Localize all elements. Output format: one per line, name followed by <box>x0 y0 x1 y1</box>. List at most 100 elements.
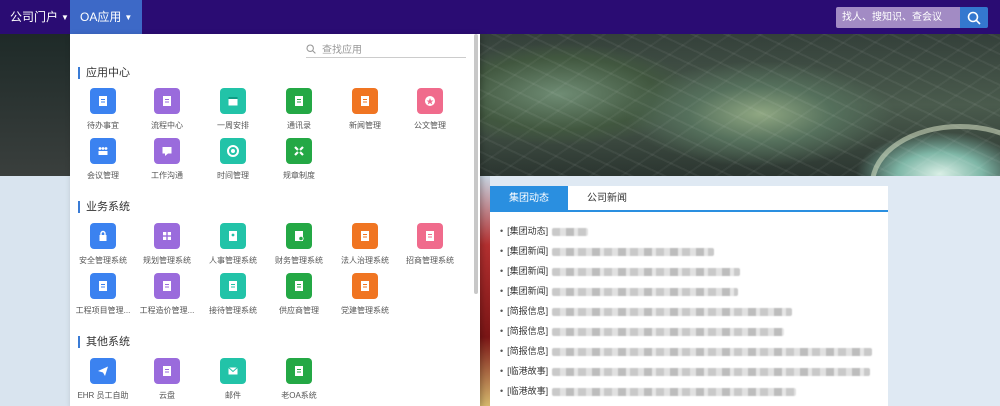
app-label: 会议管理 <box>87 171 119 180</box>
app-process-center[interactable]: 流程中心 <box>135 88 199 131</box>
rules-icon <box>286 138 312 164</box>
app-cloud-drive[interactable]: 云盘 <box>135 358 199 401</box>
news-tag: [集团新闻] <box>507 286 549 296</box>
app-label: 待办事宜 <box>87 121 119 130</box>
news-item[interactable]: • [集团新闻] <box>500 284 739 298</box>
send-icon <box>90 358 116 384</box>
global-search-placeholder: 找人、搜知识、查会议 <box>842 12 942 23</box>
hero-left-edge <box>0 34 70 176</box>
app-contacts[interactable]: 通讯录 <box>267 88 331 131</box>
bullet-icon: • <box>500 366 504 376</box>
app-finance-system[interactable]: 财务管理系统 <box>267 223 331 266</box>
app-weekly-schedule[interactable]: 一周安排 <box>201 88 265 131</box>
redacted-text <box>552 367 871 376</box>
oa-apps-dropdown: 查找应用 应用中心 待办事宜 流程中心 一周安排 通讯录 新闻管理 公文管理 会… <box>70 34 480 406</box>
app-hr-system[interactable]: 人事管理系统 <box>201 223 265 266</box>
app-label: EHR 员工自助 <box>77 391 129 400</box>
news-tag: [临港故事] <box>507 366 549 376</box>
app-news-management[interactable]: 新闻管理 <box>333 88 397 131</box>
bullet-icon: • <box>500 306 504 316</box>
caret-down-icon: ▼ <box>61 12 69 22</box>
nav-oa-apps[interactable]: OA应用 ▼ <box>70 0 143 34</box>
bullet-icon: • <box>500 286 504 296</box>
news-item[interactable]: • [集团动态] <box>500 224 589 238</box>
app-label: 工作沟通 <box>151 171 183 180</box>
global-search-input[interactable]: 找人、搜知识、查会议 <box>836 7 960 28</box>
app-rules-regulations[interactable]: 规章制度 <box>267 138 331 181</box>
redacted-text <box>552 327 785 336</box>
calendar-icon <box>220 88 246 114</box>
top-navigation-bar: 公司门户 ▼ OA应用 ▼ 找人、搜知识、查会议 <box>0 0 1000 34</box>
app-reception-system[interactable]: 接待管理系统 <box>201 273 265 316</box>
section-title-business-systems: 业务系统 <box>78 201 130 213</box>
section-title-app-center: 应用中心 <box>78 67 130 79</box>
app-document-management[interactable]: 公文管理 <box>398 88 462 131</box>
bullet-icon: • <box>500 326 504 336</box>
document-icon <box>220 273 246 299</box>
app-label: 一周安排 <box>217 121 249 130</box>
app-work-communication[interactable]: 工作沟通 <box>135 138 199 181</box>
app-label: 通讯录 <box>287 121 311 130</box>
app-safety-system[interactable]: 安全管理系统 <box>71 223 135 266</box>
news-icon <box>352 88 378 114</box>
app-old-oa[interactable]: 老OA系统 <box>267 358 331 401</box>
stamp-icon <box>417 88 443 114</box>
meeting-icon <box>90 138 116 164</box>
mail-icon <box>220 358 246 384</box>
document-icon <box>154 88 180 114</box>
app-corporate-governance[interactable]: 法人治理系统 <box>333 223 397 266</box>
app-label: 供应商管理 <box>279 306 319 315</box>
app-meeting-management[interactable]: 会议管理 <box>71 138 135 181</box>
bullet-icon: • <box>500 386 504 396</box>
document-icon <box>90 273 116 299</box>
news-item[interactable]: • [临港故事] <box>500 364 871 378</box>
app-search-input[interactable]: 查找应用 <box>306 40 466 58</box>
app-label: 规划管理系统 <box>143 256 191 265</box>
app-label: 招商管理系统 <box>406 256 454 265</box>
app-ehr-self-service[interactable]: EHR 员工自助 <box>71 358 135 401</box>
news-tag: [简报信息] <box>507 306 549 316</box>
app-engineering-project[interactable]: 工程项目管理... <box>71 273 135 316</box>
tab-group-news[interactable]: 集团动态 <box>490 186 568 212</box>
contacts-icon <box>286 88 312 114</box>
app-party-building[interactable]: 党建管理系统 <box>333 273 397 316</box>
app-label: 邮件 <box>225 391 241 400</box>
app-planning-system[interactable]: 规划管理系统 <box>135 223 199 266</box>
redacted-text <box>552 307 793 316</box>
news-tabs: 集团动态 公司新闻 <box>490 186 888 212</box>
left-background <box>0 176 70 406</box>
nav-oa-apps-label: OA应用 <box>80 10 122 24</box>
finance-icon <box>286 223 312 249</box>
news-item[interactable]: • [临港故事] <box>500 384 797 398</box>
app-time-management[interactable]: 时间管理 <box>201 138 265 181</box>
document-icon <box>352 273 378 299</box>
app-label: 时间管理 <box>217 171 249 180</box>
redacted-text <box>552 287 739 296</box>
app-engineering-cost[interactable]: 工程造价管理... <box>135 273 199 316</box>
news-tag: [集团动态] <box>507 226 549 236</box>
bullet-icon: • <box>500 226 504 236</box>
global-search-button[interactable] <box>960 7 988 28</box>
dropdown-scrollbar[interactable] <box>474 34 478 294</box>
news-item[interactable]: • [集团新闻] <box>500 264 741 278</box>
app-investment-system[interactable]: 招商管理系统 <box>398 223 462 266</box>
nav-company-portal-label: 公司门户 <box>10 10 59 24</box>
app-label: 新闻管理 <box>349 121 381 130</box>
app-supplier-management[interactable]: 供应商管理 <box>267 273 331 316</box>
news-item[interactable]: • [集团新闻] <box>500 244 715 258</box>
news-item[interactable]: • [简报信息] <box>500 324 785 338</box>
app-label: 规章制度 <box>283 171 315 180</box>
news-tag: [集团新闻] <box>507 266 549 276</box>
grid-icon <box>154 223 180 249</box>
news-item[interactable]: • [简报信息] <box>500 344 873 358</box>
nav-company-portal[interactable]: 公司门户 ▼ <box>0 0 79 34</box>
app-label: 法人治理系统 <box>341 256 389 265</box>
news-tag: [集团新闻] <box>507 246 549 256</box>
redacted-text <box>552 387 797 396</box>
bullet-icon: • <box>500 346 504 356</box>
tab-company-news[interactable]: 公司新闻 <box>568 186 646 212</box>
app-mail[interactable]: 邮件 <box>201 358 265 401</box>
app-label: 流程中心 <box>151 121 183 130</box>
app-todo[interactable]: 待办事宜 <box>71 88 135 131</box>
news-item[interactable]: • [简报信息] <box>500 304 793 318</box>
